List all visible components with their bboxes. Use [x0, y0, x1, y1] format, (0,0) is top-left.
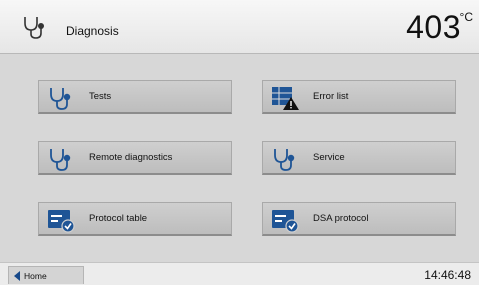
protocol-check-icon — [48, 210, 75, 233]
service-button[interactable]: Service — [262, 141, 456, 175]
error-list-label: Error list — [313, 91, 349, 102]
home-button[interactable]: Home — [8, 266, 84, 284]
title-bar: Diagnosis 403 °C — [0, 0, 479, 54]
stethoscope-icon — [50, 88, 71, 110]
dsa-protocol-button[interactable]: DSA protocol — [262, 202, 456, 236]
tests-button[interactable]: Tests — [38, 80, 232, 114]
stethoscope-icon — [50, 149, 71, 171]
stethoscope-icon — [24, 17, 44, 39]
error-list-button[interactable]: Error list — [262, 80, 456, 114]
protocol-check-icon — [272, 210, 299, 233]
home-label: Home — [24, 271, 47, 281]
error-list-warning-icon — [272, 87, 299, 110]
dsa-protocol-label: DSA protocol — [313, 213, 369, 224]
page-title: Diagnosis — [66, 24, 119, 38]
service-label: Service — [313, 152, 345, 163]
remote-diagnostics-label: Remote diagnostics — [89, 152, 173, 163]
protocol-table-label: Protocol table — [89, 213, 148, 224]
clock: 14:46:48 — [424, 268, 471, 282]
tests-label: Tests — [89, 91, 112, 102]
back-arrow-icon — [14, 271, 20, 281]
remote-diagnostics-button[interactable]: Remote diagnostics — [38, 141, 232, 175]
protocol-table-button[interactable]: Protocol table — [38, 202, 232, 236]
temperature-value: 403 — [406, 9, 461, 45]
temperature-unit: °C — [459, 10, 473, 24]
stethoscope-icon — [274, 149, 295, 171]
